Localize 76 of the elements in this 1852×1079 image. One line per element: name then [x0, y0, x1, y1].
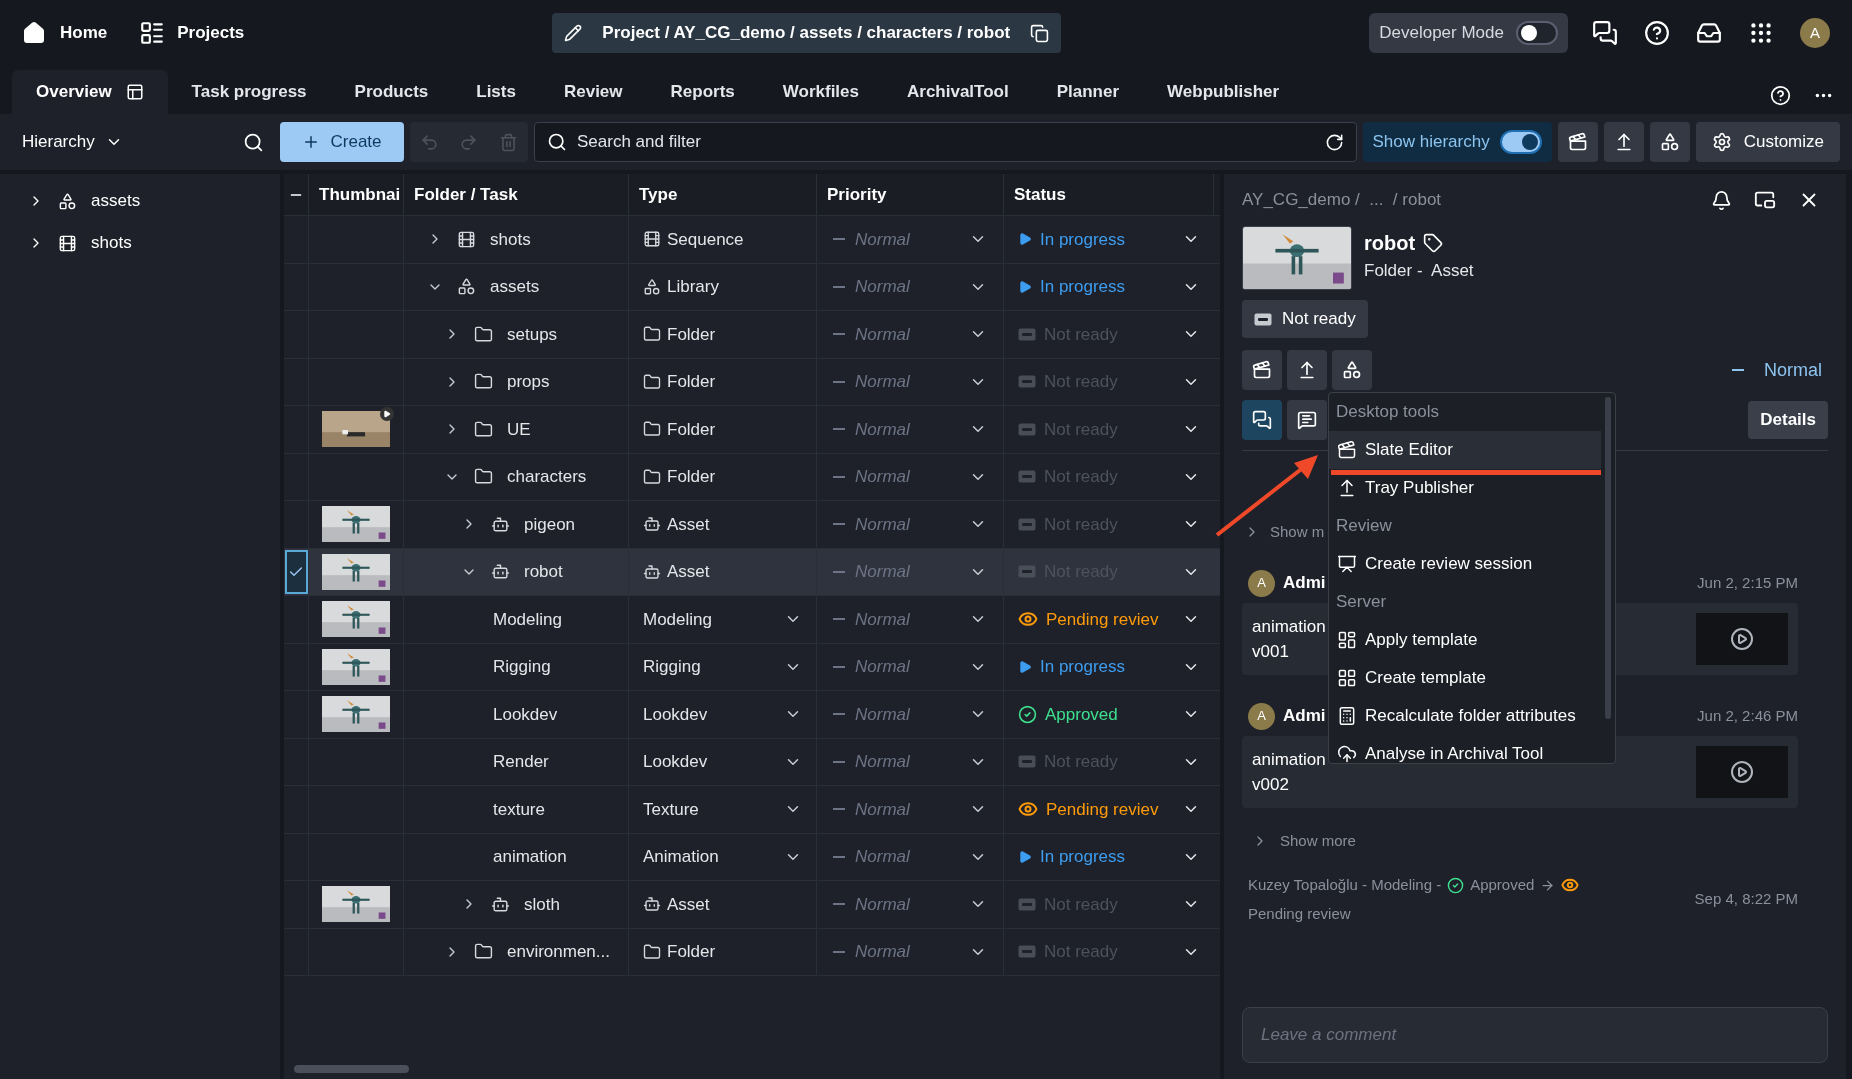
status-label: In progress	[1040, 656, 1126, 678]
type-label: Folder	[667, 466, 716, 488]
comment-author: Admi	[1283, 572, 1326, 595]
project-path: Project / AY_CG_demo / assets / characters / robot	[602, 22, 1011, 45]
type-label: Lookdev	[643, 751, 708, 773]
avatar: A	[1248, 702, 1275, 730]
status-label: In progress	[1040, 276, 1126, 298]
priority-label: Normal	[855, 893, 910, 916]
priority-label: Normal	[855, 798, 910, 821]
folder-name: Rigging	[493, 656, 551, 678]
priority-label: Normal	[855, 228, 910, 251]
version-name: animation	[1252, 615, 1326, 638]
comment-date: Jun 2, 2:46 PM	[1697, 705, 1798, 726]
folder-name: Modeling	[493, 608, 562, 631]
type-label: Animation	[643, 846, 719, 868]
priority-label: Normal	[855, 656, 910, 678]
type-label: Asset	[667, 513, 710, 536]
priority-label: Normal	[855, 371, 910, 393]
status-label: Approved	[1045, 703, 1118, 726]
avatar: A	[1248, 569, 1275, 597]
type-label: Asset	[667, 561, 710, 583]
folder-name: UE	[507, 418, 531, 441]
folder-name: Lookdev	[493, 703, 558, 726]
activity-text: Kuzey Topaloğlu - Modeling -	[1248, 875, 1442, 895]
type-label: Folder	[667, 941, 716, 963]
menu-section-title: Review	[1336, 515, 1392, 538]
priority-label: Normal	[855, 846, 910, 868]
folder-name: props	[507, 371, 550, 393]
folder-name: pigeon	[524, 513, 576, 536]
status-label: Pending reviev	[1046, 798, 1159, 821]
type-label: Sequence	[667, 228, 744, 251]
priority-label: Normal	[855, 466, 910, 488]
priority-label: Normal	[855, 608, 910, 631]
priority-label: Normal	[855, 323, 910, 346]
comment-date: Jun 2, 2:15 PM	[1697, 572, 1798, 593]
type-label: Modeling	[643, 608, 712, 631]
type-label: Rigging	[643, 656, 701, 678]
type-label: Asset	[667, 893, 710, 916]
version-name: v001	[1252, 640, 1290, 663]
status-label: In progress	[1040, 846, 1126, 868]
folder-name: Render	[493, 751, 549, 773]
folder-name: assets	[490, 276, 540, 298]
activity-status: Pending review	[1248, 903, 1352, 924]
comment-author: Admi	[1283, 705, 1326, 728]
folder-name: texture	[493, 798, 545, 821]
type-label: Library	[667, 276, 719, 298]
type-label: Lookdev	[643, 703, 708, 726]
priority-label: Normal	[855, 941, 910, 963]
activity-date: Sep 4, 8:22 PM	[1694, 889, 1798, 910]
folder-name: characters	[507, 466, 587, 488]
priority-label: Normal	[855, 561, 910, 583]
priority-label: Normal	[855, 418, 910, 441]
priority-label: Normal	[855, 513, 910, 536]
asset-title: robot	[1364, 231, 1416, 256]
type-label: Folder	[667, 371, 716, 393]
version-name: v002	[1252, 773, 1290, 796]
menu-section-title: Desktop tools	[1336, 401, 1439, 424]
breadcrumb: AY_CG_demo / ... / robot	[1242, 189, 1442, 212]
type-label: Texture	[643, 798, 699, 821]
priority-label: Normal	[855, 276, 910, 298]
folder-name: shots	[490, 228, 531, 251]
version-name: animation	[1252, 748, 1326, 771]
status-label: In progress	[1040, 228, 1126, 251]
status-label: Pending reviev	[1046, 608, 1159, 631]
folder-name: robot	[524, 561, 563, 583]
asset-subtitle: Folder - Asset	[1364, 260, 1474, 282]
type-label: Folder	[667, 418, 716, 441]
folder-name: setups	[507, 323, 558, 346]
folder-name: animation	[493, 846, 567, 868]
folder-name: environmen...	[507, 941, 610, 963]
type-label: Folder	[667, 323, 716, 346]
priority-label: Normal	[855, 751, 910, 773]
activity-status: Approved	[1470, 875, 1535, 895]
priority-label: Normal	[855, 703, 910, 726]
menu-section-title: Server	[1336, 591, 1387, 614]
folder-name: sloth	[524, 893, 560, 916]
